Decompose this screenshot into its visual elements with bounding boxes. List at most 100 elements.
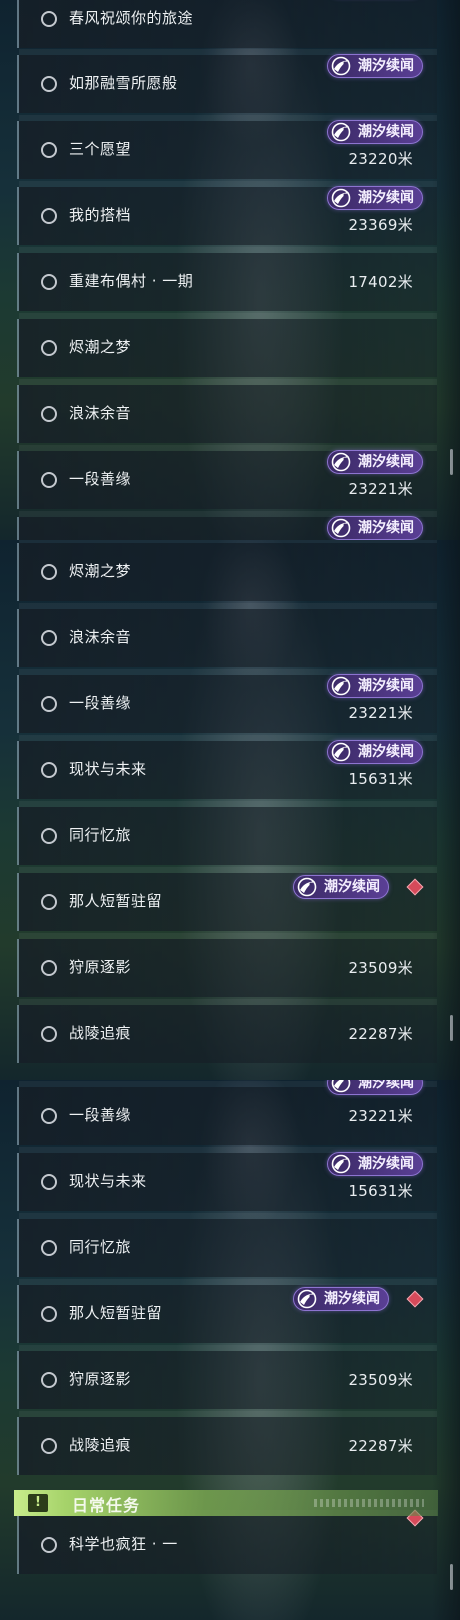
tidal-tales-badge: 潮汐续闻 [293, 875, 389, 899]
quest-distance: 15631米 [348, 1182, 413, 1200]
radio-icon[interactable] [41, 1537, 57, 1553]
quest-row[interactable]: 烬潮之梦 [17, 313, 437, 377]
quest-title: 烬潮之梦 [69, 562, 132, 580]
tidal-tales-icon [330, 122, 352, 142]
tracked-marker-icon [406, 878, 424, 896]
quest-list-panel-1: 春风祝颂你的旅途 潮汐续闻 如那融雪所愿般 潮汐续闻 三个愿望 潮汐续闻 232… [0, 0, 460, 540]
quest-title: 战陵追痕 [69, 1024, 132, 1042]
radio-icon[interactable] [41, 208, 57, 224]
quest-title: 烬潮之梦 [69, 338, 132, 356]
quest-list-panel-3: 一段善缘 潮汐续闻 23221米 现状与未来 潮汐续闻 15631米 同行忆旅 … [0, 1080, 460, 1620]
radio-icon[interactable] [41, 696, 57, 712]
quest-row[interactable]: 那人短暂驻留 潮汐续闻 [17, 867, 437, 931]
radio-icon[interactable] [41, 1026, 57, 1042]
quest-title: 现状与未来 [69, 760, 147, 778]
quest-title: 科学也疯狂 · 一 [69, 1535, 178, 1553]
radio-icon[interactable] [41, 894, 57, 910]
quest-title: 那人短暂驻留 [69, 1304, 163, 1322]
quest-distance: 22287米 [348, 1025, 413, 1043]
tidal-tales-icon [296, 1289, 318, 1309]
quest-row[interactable]: 同行忆旅 [17, 801, 437, 865]
quest-row[interactable]: 重建布偶村 · 一期 17402米 [17, 247, 437, 311]
quest-distance: 23220米 [348, 150, 413, 168]
quest-title: 春风祝颂你的旅途 [69, 9, 194, 27]
quest-distance: 15631米 [348, 770, 413, 788]
radio-icon[interactable] [41, 11, 57, 27]
quest-row[interactable]: 科学也疯狂 · 一 [17, 1509, 437, 1574]
quest-title: 狩原逐影 [69, 1370, 132, 1388]
quest-row[interactable]: 狩原逐影 23509米 [17, 1345, 437, 1409]
tidal-tales-icon [330, 1154, 352, 1174]
quest-row[interactable]: 如那融雪所愿般 潮汐续闻 [17, 49, 437, 113]
radio-icon[interactable] [41, 142, 57, 158]
scrollbar-thumb[interactable] [450, 1015, 453, 1041]
tidal-tales-icon [330, 1080, 352, 1093]
quest-row[interactable]: 一段善缘 潮汐续闻 23221米 [17, 1080, 437, 1145]
radio-icon[interactable] [41, 274, 57, 290]
quest-row[interactable]: 一段善缘 潮汐续闻 23221米 [17, 669, 437, 733]
quest-distance: 23221米 [348, 480, 413, 498]
quest-row[interactable]: 一段善缘 潮汐续闻 23221米 [17, 445, 437, 509]
tidal-tales-icon [330, 742, 352, 762]
tidal-tales-badge: 潮汐续闻 [327, 674, 423, 698]
quest-row[interactable]: 我的搭档 潮汐续闻 23369米 [17, 181, 437, 245]
quest-title: 同行忆旅 [69, 1238, 132, 1256]
tidal-tales-badge: 潮汐续闻 [327, 54, 423, 78]
exclamation-icon: ! [28, 1494, 48, 1512]
tidal-tales-icon [330, 452, 352, 472]
tidal-tales-icon [330, 188, 352, 208]
quest-title: 同行忆旅 [69, 826, 132, 844]
quest-row[interactable]: 三个愿望 潮汐续闻 23220米 [17, 115, 437, 179]
quest-title: 一段善缘 [69, 694, 132, 712]
quest-distance: 17402米 [348, 273, 413, 291]
quest-row[interactable]: 现状与未来 潮汐续闻 15631米 [17, 735, 437, 799]
quest-distance: 23509米 [348, 959, 413, 977]
radio-icon[interactable] [41, 1174, 57, 1190]
tidal-tales-badge: 潮汐续闻 [327, 450, 423, 474]
badge-label: 潮汐续闻 [358, 190, 414, 206]
scrollbar-thumb[interactable] [450, 1564, 453, 1590]
quest-title: 如那融雪所愿般 [69, 74, 178, 92]
quest-title: 那人短暂驻留 [69, 892, 163, 910]
quest-distance: 23221米 [348, 704, 413, 722]
badge-label: 潮汐续闻 [358, 454, 414, 470]
radio-icon[interactable] [41, 960, 57, 976]
radio-icon[interactable] [41, 1240, 57, 1256]
category-decoration [314, 1499, 424, 1507]
badge-label: 潮汐续闻 [358, 1156, 414, 1172]
quest-row[interactable]: 浪沫余音 [17, 379, 437, 443]
quest-row[interactable]: 烬潮之梦 [17, 540, 437, 601]
daily-quests-category-header[interactable]: ! 日常任务 [14, 1490, 438, 1516]
quest-row[interactable]: 狩原逐影 23509米 [17, 933, 437, 997]
radio-icon[interactable] [41, 472, 57, 488]
scrollbar-thumb[interactable] [450, 449, 453, 475]
quest-title: 现状与未来 [69, 1172, 147, 1190]
quest-title: 一段善缘 [69, 470, 132, 488]
radio-icon[interactable] [41, 406, 57, 422]
radio-icon[interactable] [41, 828, 57, 844]
quest-row[interactable]: 那人短暂驻留 潮汐续闻 [17, 1279, 437, 1343]
badge-label: 潮汐续闻 [358, 520, 414, 536]
radio-icon[interactable] [41, 1438, 57, 1454]
quest-row[interactable]: 战陵追痕 22287米 [17, 999, 437, 1063]
radio-icon[interactable] [41, 76, 57, 92]
tidal-tales-badge: 潮汐续闻 [327, 1152, 423, 1176]
radio-icon[interactable] [41, 762, 57, 778]
quest-row[interactable]: 潮汐续闻 [17, 511, 437, 540]
tidal-tales-icon [330, 676, 352, 696]
radio-icon[interactable] [41, 564, 57, 580]
quest-row[interactable]: 浪沫余音 [17, 603, 437, 667]
radio-icon[interactable] [41, 630, 57, 646]
quest-title: 一段善缘 [69, 1106, 132, 1124]
quest-row[interactable]: 战陵追痕 22287米 [17, 1411, 437, 1475]
radio-icon[interactable] [41, 1306, 57, 1322]
radio-icon[interactable] [41, 340, 57, 356]
radio-icon[interactable] [41, 1108, 57, 1124]
badge-label: 潮汐续闻 [358, 58, 414, 74]
radio-icon[interactable] [41, 1372, 57, 1388]
quest-row[interactable]: 同行忆旅 [17, 1213, 437, 1277]
tidal-tales-icon [296, 877, 318, 897]
quest-title: 重建布偶村 · 一期 [69, 272, 194, 290]
quest-row[interactable]: 现状与未来 潮汐续闻 15631米 [17, 1147, 437, 1211]
quest-row[interactable]: 春风祝颂你的旅途 潮汐续闻 [17, 0, 437, 48]
